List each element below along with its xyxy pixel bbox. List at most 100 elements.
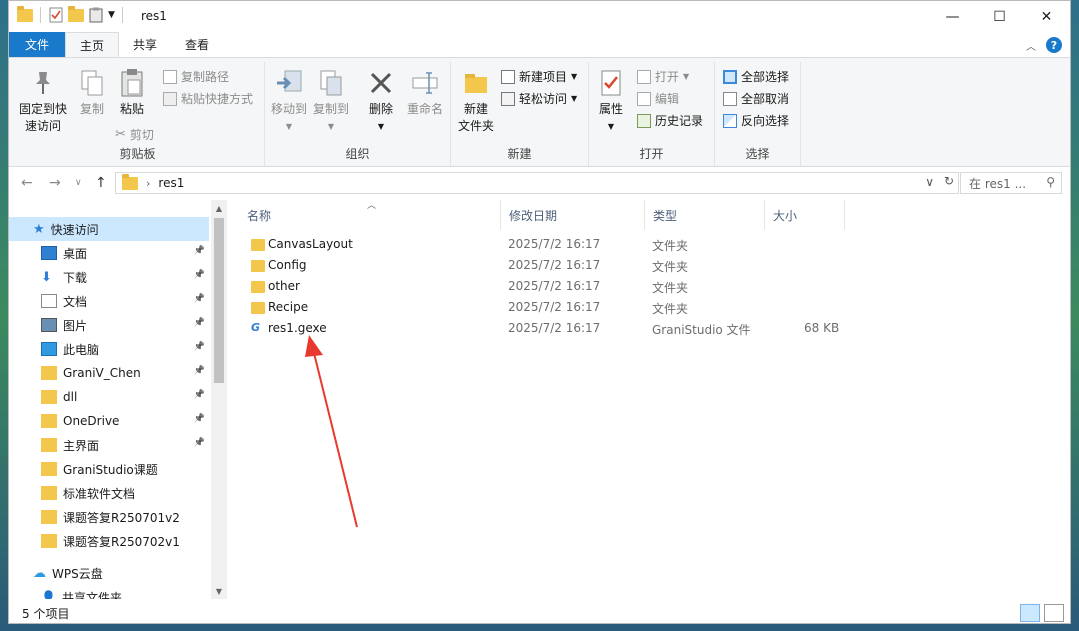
rename-button[interactable]: 重命名 bbox=[403, 68, 447, 118]
pin-quick-access-button[interactable]: 固定到快 速访问 bbox=[15, 68, 71, 135]
tab-view[interactable]: 查看 bbox=[171, 32, 223, 57]
nav-item[interactable]: OneDrive 📌 bbox=[9, 409, 209, 433]
paste-label: 粘贴 bbox=[119, 102, 144, 116]
nav-quick-access[interactable]: ★ 快速访问 bbox=[9, 217, 209, 241]
nav-item[interactable]: 图片 📌 bbox=[9, 313, 209, 337]
file-name: Config bbox=[268, 258, 307, 272]
new-folder-icon[interactable] bbox=[68, 5, 84, 22]
properties-button[interactable]: 属性 ▼ bbox=[593, 68, 629, 135]
nav-item[interactable]: GraniV_Chen 📌 bbox=[9, 361, 209, 385]
open-button[interactable]: 打开 ▼ bbox=[637, 68, 689, 85]
minimize-button[interactable]: — bbox=[929, 1, 976, 32]
new-folder-button[interactable]: 新建 文件夹 bbox=[453, 68, 499, 135]
tab-share[interactable]: 共享 bbox=[119, 32, 171, 57]
nav-item[interactable]: 主界面 📌 bbox=[9, 433, 209, 457]
ribbon: 固定到快 速访问 复制 粘贴 复制路径 粘贴快捷方式 ✂ 剪切 剪贴板 移动到 … bbox=[9, 57, 1070, 167]
tab-home[interactable]: 主页 bbox=[65, 32, 120, 57]
folder-icon bbox=[251, 239, 265, 251]
scissors-icon: ✂ bbox=[115, 127, 126, 142]
forward-button[interactable]: → bbox=[49, 175, 61, 191]
large-icons-view-icon[interactable] bbox=[1044, 604, 1064, 622]
organize-group: 移动到 ▼ 复制到 ▼ 删除 ▼ 重命名 组织 bbox=[265, 62, 451, 166]
copy-icon bbox=[81, 70, 103, 96]
search-input[interactable]: 在 res1 ... ⚲ bbox=[960, 172, 1062, 194]
file-type: 文件夹 bbox=[652, 260, 689, 274]
paste-shortcut-button[interactable]: 粘贴快捷方式 bbox=[163, 90, 253, 107]
column-header-name[interactable]: 名称 bbox=[239, 200, 501, 230]
properties-icon bbox=[601, 70, 621, 96]
file-row[interactable]: other 2025/7/2 16:17 文件夹 bbox=[239, 276, 1069, 297]
scroll-down-icon[interactable]: ▼ bbox=[211, 583, 227, 599]
select-none-icon bbox=[723, 91, 737, 106]
chevron-up-icon[interactable]: ︿ bbox=[1026, 38, 1036, 53]
move-to-button[interactable]: 移动到 ▼ bbox=[269, 68, 309, 135]
cut-button[interactable]: ✂ 剪切 bbox=[115, 126, 154, 143]
cut-label: 剪切 bbox=[129, 128, 154, 142]
invert-selection-button[interactable]: 反向选择 bbox=[723, 112, 789, 129]
nav-item[interactable]: GraniStudio课题 bbox=[9, 457, 209, 481]
help-icon[interactable]: ? bbox=[1046, 37, 1062, 53]
nav-item[interactable]: 此电脑 📌 bbox=[9, 337, 209, 361]
address-bar[interactable]: › res1 ∨ ↻ bbox=[115, 172, 959, 194]
properties-icon[interactable] bbox=[48, 7, 64, 23]
new-item-button[interactable]: 新建项目 ▼ bbox=[501, 68, 577, 85]
nav-item[interactable]: 桌面 📌 bbox=[9, 241, 209, 265]
recent-locations-button[interactable]: ∨ bbox=[75, 178, 82, 188]
select-none-button[interactable]: 全部取消 bbox=[723, 90, 789, 107]
back-button[interactable]: ← bbox=[21, 175, 33, 191]
ribbon-tabs: 文件 主页 共享 查看 ︿ ? bbox=[9, 32, 1070, 57]
up-button[interactable]: ↑ bbox=[95, 175, 107, 191]
quick-access-toolbar: ▼ bbox=[17, 5, 126, 23]
nav-wps-cloud[interactable]: ☁ WPS云盘 bbox=[9, 561, 209, 585]
easy-access-button[interactable]: 轻松访问 ▼ bbox=[501, 90, 577, 107]
chevron-down-icon[interactable]: ▼ bbox=[108, 10, 115, 20]
nav-item[interactable]: 文档 📌 bbox=[9, 289, 209, 313]
refresh-icon[interactable]: ↻ bbox=[944, 174, 954, 188]
breadcrumb-separator-icon[interactable]: › bbox=[146, 177, 150, 190]
nav-scrollbar[interactable]: ▲ ▼ bbox=[211, 200, 227, 599]
paste-icon bbox=[121, 69, 143, 97]
search-icon[interactable]: ⚲ bbox=[1046, 175, 1055, 189]
maximize-button[interactable]: ☐ bbox=[976, 1, 1023, 32]
pin-icon: 📌 bbox=[193, 246, 205, 256]
nav-item[interactable]: ⬇ 下载 📌 bbox=[9, 265, 209, 289]
paste-shortcut-icon bbox=[163, 91, 177, 106]
address-dropdown-icon[interactable]: ∨ bbox=[925, 175, 934, 189]
copy-to-label: 复制到 bbox=[312, 102, 349, 116]
nav-label: 文档 bbox=[63, 294, 88, 309]
pin-label-1: 固定到快 bbox=[18, 102, 67, 116]
history-button[interactable]: 历史记录 bbox=[637, 112, 703, 129]
edit-button[interactable]: 编辑 bbox=[637, 90, 679, 107]
column-header-date[interactable]: 修改日期 bbox=[501, 200, 645, 230]
nav-shared-folder[interactable]: 👤 共享文件夹 bbox=[9, 585, 209, 599]
file-row[interactable]: CanvasLayout 2025/7/2 16:17 文件夹 bbox=[239, 234, 1069, 255]
clipboard-icon[interactable] bbox=[88, 7, 104, 23]
copy-button[interactable]: 复制 bbox=[73, 68, 111, 118]
nav-item[interactable]: 课题答复R250702v1 bbox=[9, 529, 209, 553]
file-row[interactable]: Recipe 2025/7/2 16:17 文件夹 bbox=[239, 297, 1069, 318]
nav-item[interactable]: 课题答复R250701v2 bbox=[9, 505, 209, 529]
folder-icon bbox=[41, 462, 57, 476]
pin-icon bbox=[36, 72, 50, 94]
pin-icon: 📌 bbox=[193, 318, 205, 328]
file-row[interactable]: Config 2025/7/2 16:17 文件夹 bbox=[239, 255, 1069, 276]
scroll-thumb[interactable] bbox=[214, 218, 224, 383]
copy-path-button[interactable]: 复制路径 bbox=[163, 68, 229, 85]
nav-item[interactable]: dll 📌 bbox=[9, 385, 209, 409]
granistudio-file-icon: G bbox=[251, 321, 261, 334]
breadcrumb-res1[interactable]: res1 bbox=[158, 176, 184, 190]
close-button[interactable]: ✕ bbox=[1023, 1, 1070, 32]
select-all-button[interactable]: 全部选择 bbox=[723, 68, 789, 85]
copy-to-button[interactable]: 复制到 ▼ bbox=[311, 68, 351, 135]
nav-item[interactable]: 标准软件文档 bbox=[9, 481, 209, 505]
folder-icon bbox=[122, 173, 138, 190]
tab-file[interactable]: 文件 bbox=[9, 32, 66, 57]
column-header-size[interactable]: 大小 bbox=[765, 200, 845, 230]
delete-button[interactable]: 删除 ▼ bbox=[361, 68, 401, 135]
history-icon bbox=[637, 113, 651, 128]
scroll-up-icon[interactable]: ▲ bbox=[211, 200, 227, 216]
paste-button[interactable]: 粘贴 bbox=[113, 68, 151, 118]
details-view-icon[interactable] bbox=[1020, 604, 1040, 622]
divider bbox=[40, 7, 41, 23]
column-header-type[interactable]: 类型 bbox=[645, 200, 765, 230]
